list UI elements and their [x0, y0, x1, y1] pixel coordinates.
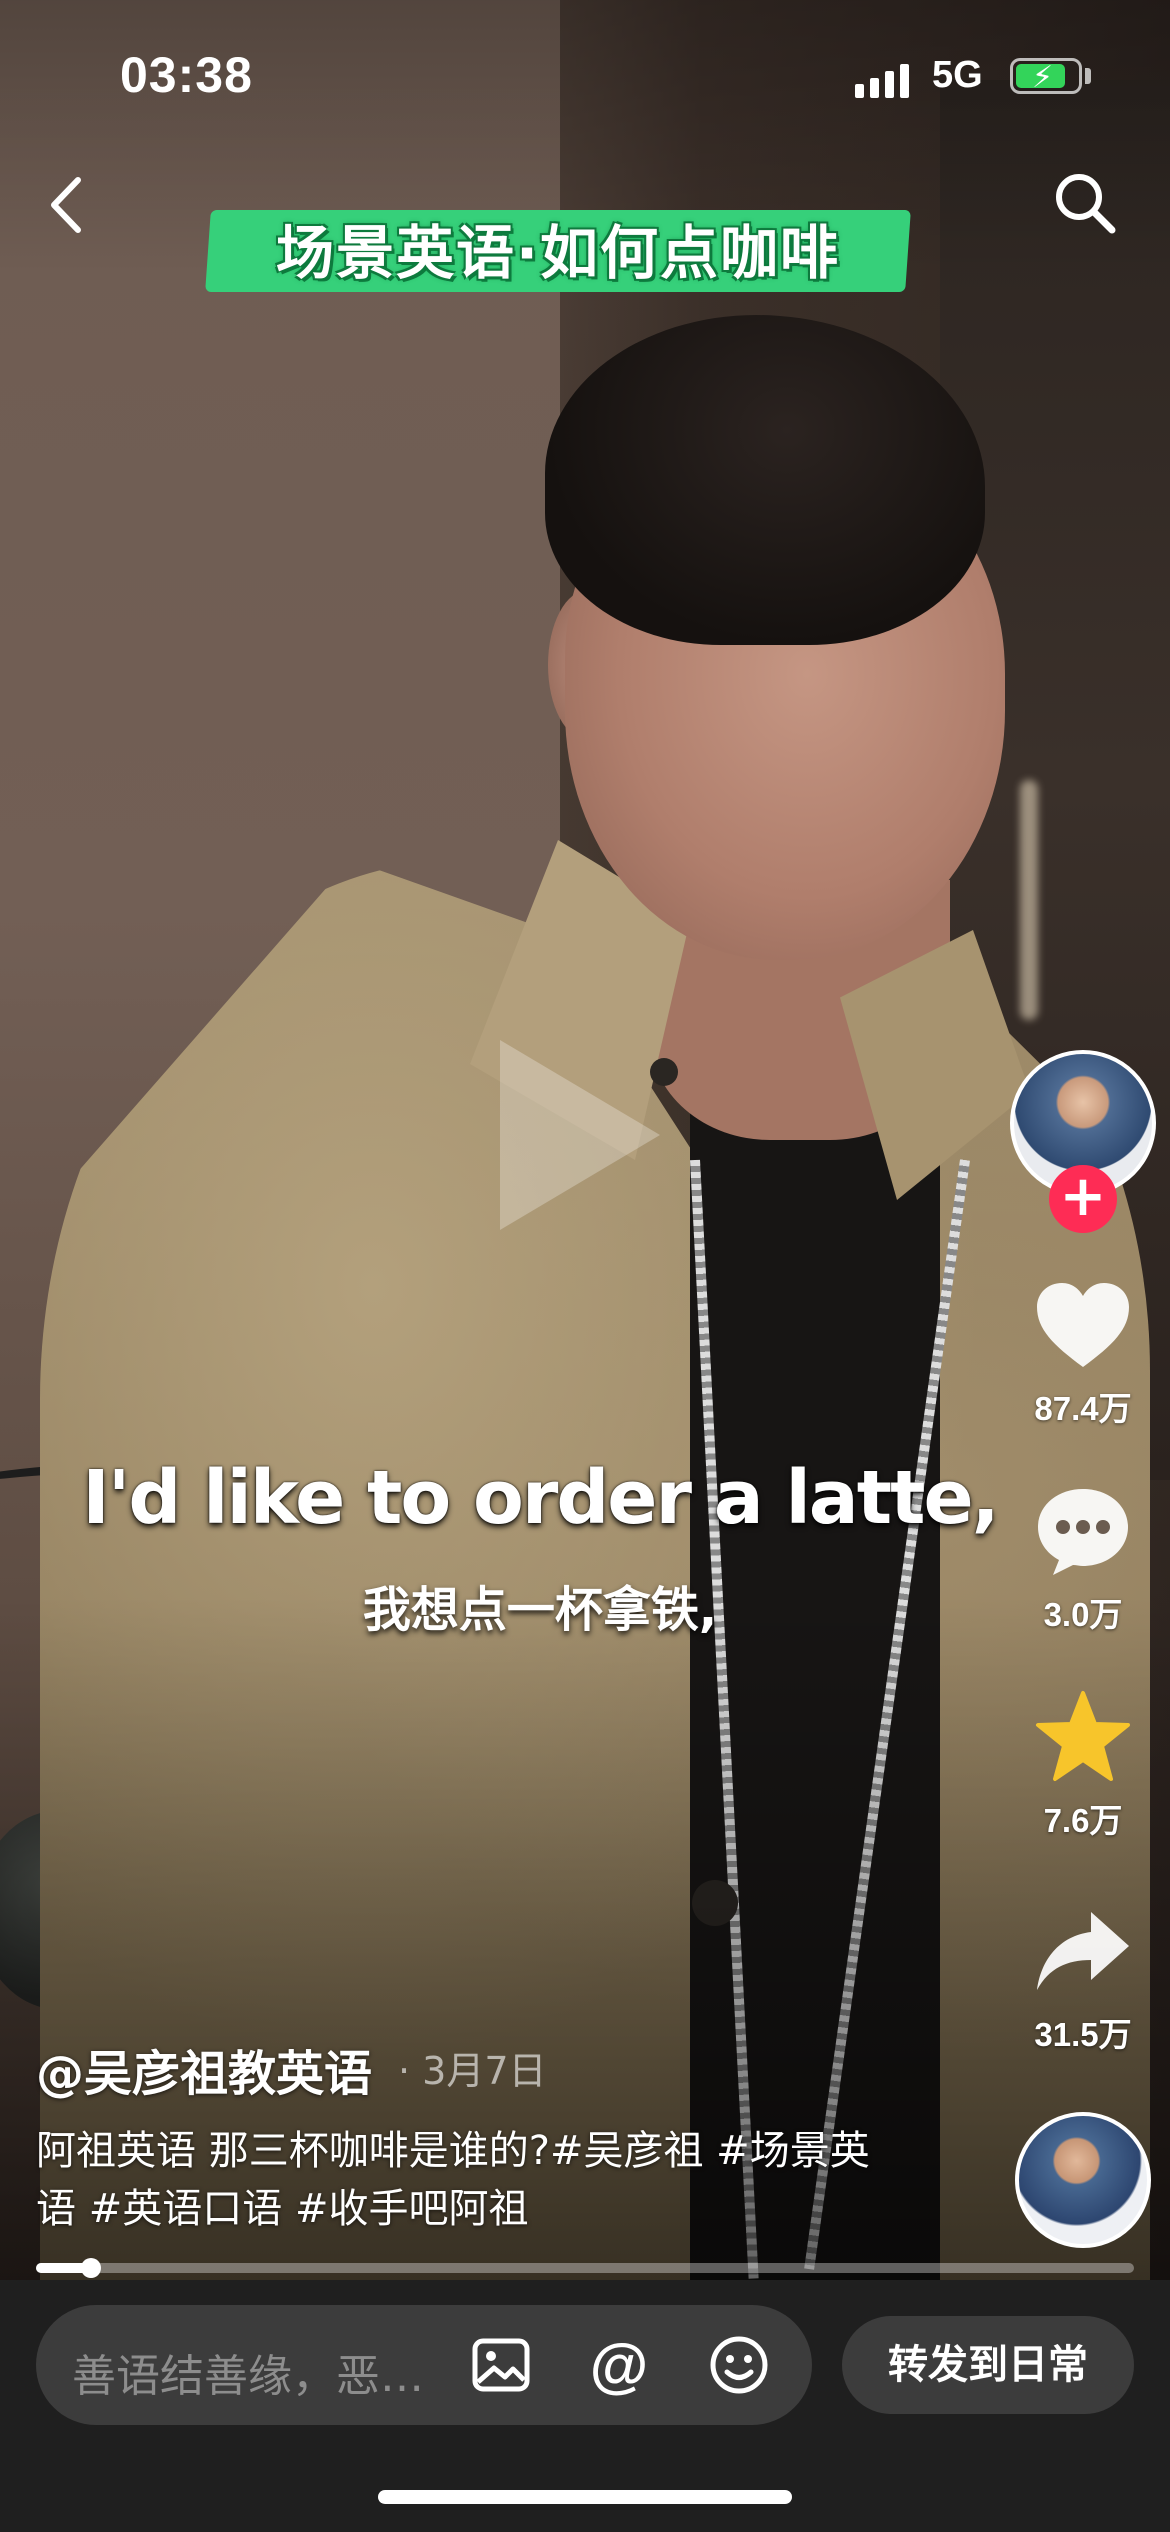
battery-cap: [1085, 68, 1091, 84]
subtitle-english: I'd like to order a latte,: [82, 1455, 1000, 1541]
follow-button[interactable]: +: [1049, 1165, 1117, 1233]
star-icon: [1036, 1691, 1130, 1781]
comment-count: 3.0万: [1043, 1596, 1123, 1633]
video-progress-handle[interactable]: [80, 2258, 101, 2278]
image-icon: [472, 2338, 530, 2392]
post-date: · 3月7日: [398, 2049, 547, 2093]
heart-icon: [1037, 1283, 1129, 1367]
network-type: 5G: [932, 54, 983, 96]
comment-button[interactable]: 3.0万: [1010, 1476, 1156, 1636]
music-disc-avatar[interactable]: [1015, 2112, 1151, 2248]
chevron-left-icon: [51, 177, 81, 233]
share-button[interactable]: 31.5万: [1010, 1896, 1156, 2056]
play-icon[interactable]: [500, 1040, 660, 1230]
charging-icon: ⚡: [1032, 60, 1054, 95]
subtitle-chinese: 我想点一杯拿铁,: [362, 1582, 718, 1638]
mention-button[interactable]: @: [584, 2330, 654, 2400]
emoji-button[interactable]: [704, 2330, 774, 2400]
search-button[interactable]: [1050, 168, 1120, 238]
post-caption[interactable]: 阿祖英语 那三杯咖啡是谁的?#吴彦祖 #场景英语 #英语口语 #收手吧阿祖: [36, 2122, 896, 2238]
comment-bubble-icon: [1038, 1489, 1128, 1575]
video-screen[interactable]: 03:38 5G ⚡ 场景英语·如何点咖啡 I'd like to order …: [0, 0, 1170, 2532]
image-button[interactable]: [466, 2330, 536, 2400]
comment-placeholder: 善语结善缘，恶…: [72, 2351, 424, 2402]
cellular-signal-icon: [855, 58, 915, 98]
share-count: 31.5万: [1034, 2016, 1132, 2053]
video-progress-bar[interactable]: [36, 2258, 1134, 2278]
back-button[interactable]: [40, 170, 100, 240]
status-time: 03:38: [120, 47, 253, 103]
like-count: 87.4万: [1034, 1390, 1132, 1427]
favorite-button[interactable]: 7.6万: [1010, 1682, 1156, 1842]
share-arrow-icon: [1037, 1912, 1129, 1990]
like-button[interactable]: 87.4万: [1010, 1270, 1156, 1430]
at-sign-icon: @: [589, 2331, 649, 2399]
forward-to-daily-button[interactable]: 转发到日常: [842, 2316, 1134, 2414]
emoji-smile-icon: [710, 2336, 768, 2394]
favorite-count: 7.6万: [1043, 1802, 1123, 1839]
author-name[interactable]: @吴彦祖教英语: [36, 2034, 372, 2104]
home-indicator[interactable]: [378, 2490, 792, 2504]
title-banner: 场景英语·如何点咖啡: [275, 219, 841, 287]
search-icon: [1056, 174, 1116, 234]
